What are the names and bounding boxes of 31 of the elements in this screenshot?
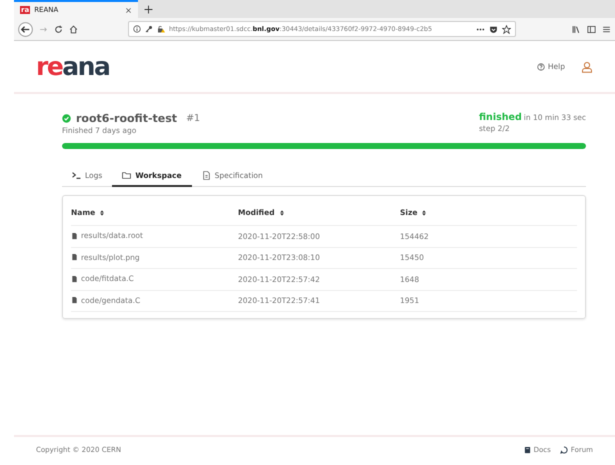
home-icon[interactable] — [69, 24, 78, 34]
sort-icon — [278, 208, 285, 216]
sidebar-icon[interactable] — [587, 24, 596, 34]
key-icon — [145, 25, 153, 33]
file-icon — [71, 232, 78, 240]
file-icon — [71, 253, 78, 261]
user-icon[interactable] — [581, 60, 593, 72]
plus-icon[interactable] — [144, 4, 153, 14]
workflow-name: root6-roofit-test — [76, 112, 178, 125]
workflow-status: finished — [479, 112, 522, 123]
close-icon[interactable] — [125, 6, 132, 14]
help-icon — [536, 62, 545, 70]
sort-icon — [99, 208, 106, 216]
menu-icon[interactable] — [602, 24, 611, 34]
folder-icon — [122, 171, 132, 180]
pocket-icon[interactable] — [489, 24, 498, 34]
sort-icon — [421, 208, 428, 216]
star-icon[interactable] — [502, 24, 511, 34]
file-icon — [71, 296, 78, 304]
terminal-icon — [72, 171, 81, 180]
reload-icon[interactable] — [54, 24, 63, 34]
library-icon[interactable] — [572, 24, 581, 34]
file-icon — [71, 274, 78, 282]
back-icon[interactable] — [18, 22, 33, 36]
info-icon — [133, 25, 141, 33]
book-icon — [524, 446, 531, 454]
reana-logo[interactable]: reana — [36, 52, 537, 81]
check-circle-icon — [62, 114, 71, 123]
run-number: #1 — [186, 113, 200, 124]
document-icon — [202, 171, 211, 180]
lock-warning-icon — [157, 25, 165, 33]
